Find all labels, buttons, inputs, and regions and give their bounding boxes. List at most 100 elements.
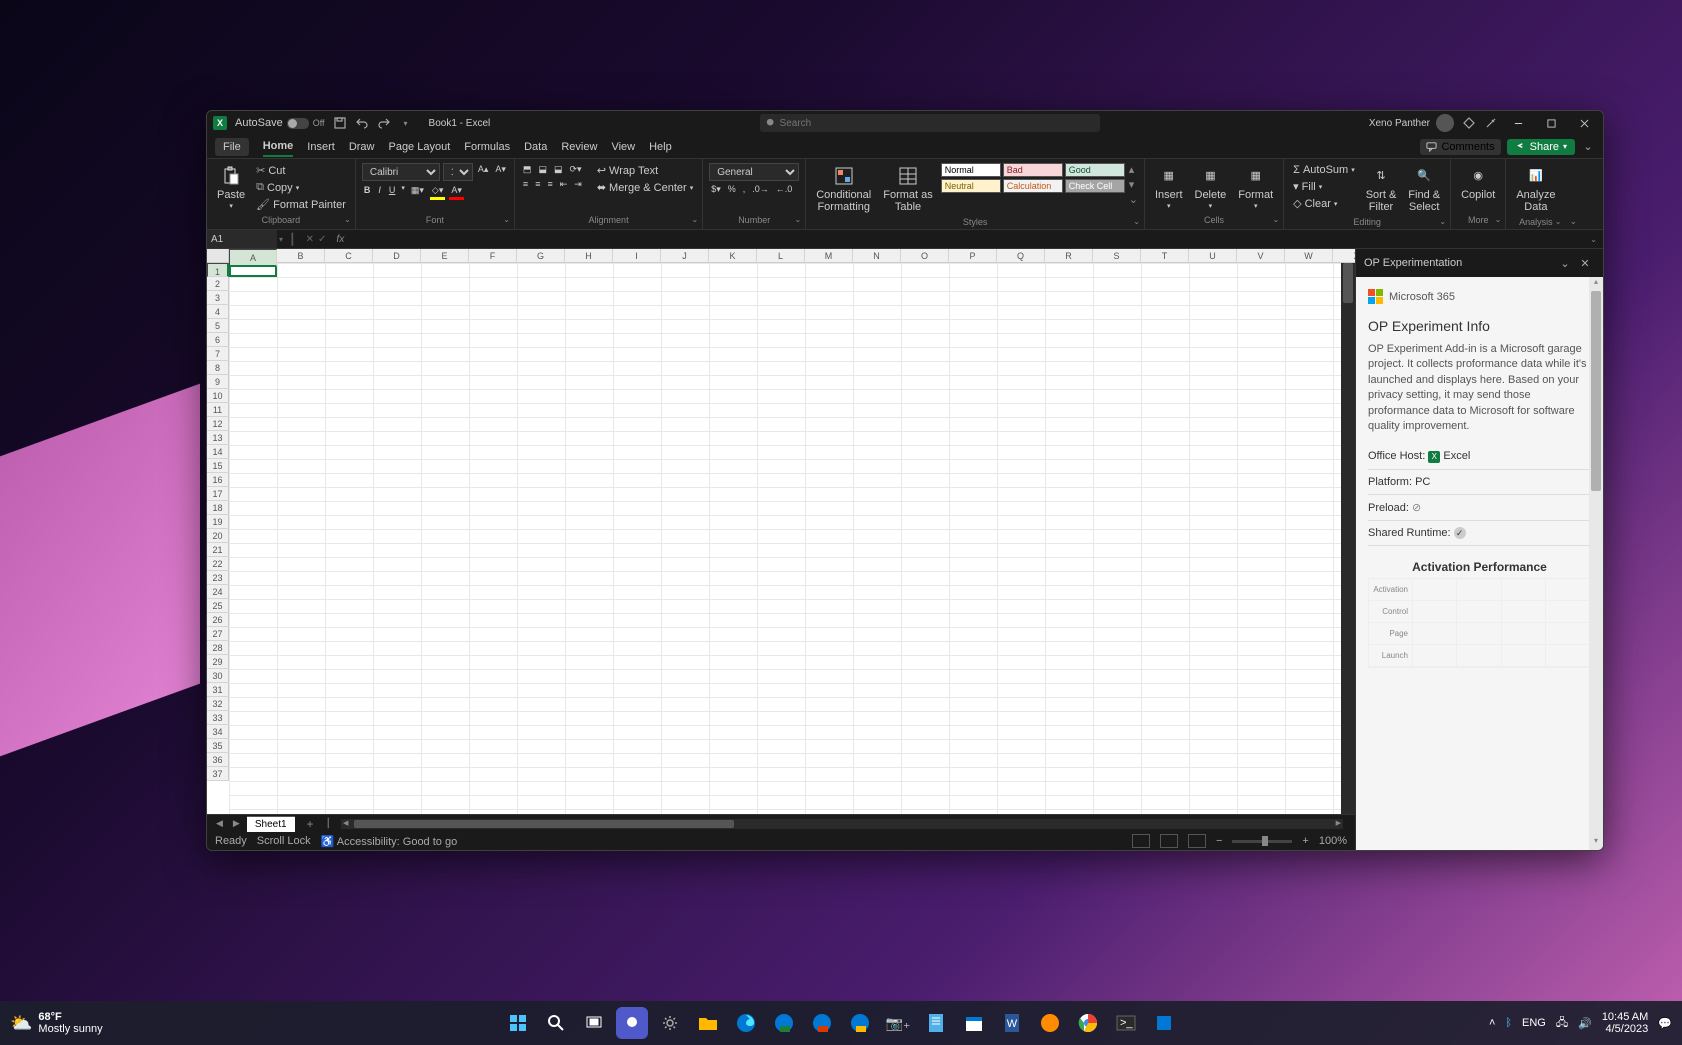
collapse-ribbon-arrow-icon[interactable]: ⌄ <box>1565 214 1581 229</box>
start-button[interactable] <box>502 1007 534 1039</box>
select-all-corner[interactable] <box>207 249 229 263</box>
column-header[interactable]: I <box>613 249 661 263</box>
undo-icon[interactable] <box>355 116 369 130</box>
tab-pagelayout[interactable]: Page Layout <box>388 138 450 156</box>
add-sheet-button[interactable]: + <box>299 817 322 831</box>
chat-icon[interactable] <box>616 1007 648 1039</box>
row-header[interactable]: 9 <box>207 375 229 389</box>
column-header[interactable]: M <box>805 249 853 263</box>
analyze-button[interactable]: 📊Analyze Data <box>1512 163 1559 215</box>
shrink-font-icon[interactable]: A▾ <box>493 163 508 181</box>
fill-button[interactable]: ▾Fill▾ <box>1290 179 1358 194</box>
calendar-icon[interactable] <box>958 1007 990 1039</box>
copilot-button[interactable]: ◉Copilot <box>1457 163 1499 203</box>
notepad-icon[interactable] <box>920 1007 952 1039</box>
sheet[interactable]: ABCDEFGHIJKLMNOPQRSTUVWX 123456789101112… <box>207 249 1355 814</box>
comma-icon[interactable]: , <box>741 183 748 196</box>
border-icon[interactable]: ▦▾ <box>409 184 426 200</box>
column-header[interactable]: V <box>1237 249 1285 263</box>
view-pagebreak-icon[interactable] <box>1188 834 1206 848</box>
network-icon[interactable]: 🖧 <box>1556 1014 1568 1033</box>
dedent-icon[interactable]: ⇤ <box>558 178 570 191</box>
user-info[interactable]: Xeno Panther <box>1369 114 1454 132</box>
bold-button[interactable]: B <box>362 184 373 200</box>
grow-font-icon[interactable]: A▴ <box>476 163 491 181</box>
inc-decimal-icon[interactable]: .0→ <box>750 183 771 196</box>
settings-icon[interactable] <box>654 1007 686 1039</box>
column-header[interactable]: E <box>421 249 469 263</box>
column-header[interactable]: A <box>229 249 277 267</box>
arrow-right-icon[interactable]: ▶ <box>1334 819 1343 829</box>
tab-data[interactable]: Data <box>524 138 547 156</box>
terminal-icon[interactable]: >_ <box>1110 1007 1142 1039</box>
search-box[interactable] <box>760 114 1100 132</box>
font-select[interactable]: Calibri <box>362 163 440 181</box>
camera-icon[interactable]: 📷₊ <box>882 1007 914 1039</box>
row-header[interactable]: 37 <box>207 767 229 781</box>
column-header[interactable]: H <box>565 249 613 263</box>
zoom-in-icon[interactable]: + <box>1302 835 1308 847</box>
row-header[interactable]: 33 <box>207 711 229 725</box>
orientation-icon[interactable]: ⟳▾ <box>567 163 583 176</box>
row-header[interactable]: 8 <box>207 361 229 375</box>
row-header[interactable]: 21 <box>207 543 229 557</box>
row-header[interactable]: 26 <box>207 613 229 627</box>
arrow-up-icon[interactable]: ▴ <box>1129 163 1138 176</box>
row-header[interactable]: 24 <box>207 585 229 599</box>
share-button[interactable]: Share ▾ <box>1507 139 1575 155</box>
percent-icon[interactable]: % <box>726 183 738 196</box>
enter-icon[interactable]: ✓ <box>318 234 326 245</box>
diamond-icon[interactable] <box>1462 116 1476 130</box>
scrollbar-thumb[interactable] <box>1591 291 1601 491</box>
dec-decimal-icon[interactable]: ←.0 <box>774 183 795 196</box>
pane-menu-icon[interactable]: ⌄ <box>1555 257 1575 270</box>
column-header[interactable]: U <box>1189 249 1237 263</box>
style-calculation[interactable]: Calculation <box>1003 179 1063 193</box>
weather-widget[interactable]: 68°F Mostly sunny <box>38 1011 102 1035</box>
align-top-icon[interactable]: ⬒ <box>521 163 534 176</box>
delete-cells-button[interactable]: ▦Delete▾ <box>1191 163 1231 213</box>
row-header[interactable]: 17 <box>207 487 229 501</box>
collapse-ribbon-icon[interactable]: ⌄ <box>1581 140 1595 154</box>
save-icon[interactable] <box>333 116 347 130</box>
row-header[interactable]: 36 <box>207 753 229 767</box>
zoom-value[interactable]: 100% <box>1319 835 1347 847</box>
horizontal-scrollbar[interactable]: ◀ ▶ <box>341 819 1343 829</box>
cells-grid[interactable] <box>229 263 1355 814</box>
column-header[interactable]: P <box>949 249 997 263</box>
column-header[interactable]: X <box>1333 249 1355 263</box>
fx-icon[interactable]: fx <box>332 234 348 245</box>
arrow-down-icon[interactable]: ▾ <box>1589 836 1603 850</box>
name-box[interactable] <box>207 230 277 248</box>
row-header[interactable]: 32 <box>207 697 229 711</box>
tab-help[interactable]: Help <box>649 138 672 156</box>
row-header[interactable]: 28 <box>207 641 229 655</box>
row-header[interactable]: 13 <box>207 431 229 445</box>
column-header[interactable]: G <box>517 249 565 263</box>
cancel-icon[interactable]: ✕ <box>306 234 314 245</box>
column-header[interactable]: F <box>469 249 517 263</box>
lang-indicator[interactable]: ENG <box>1522 1017 1546 1029</box>
eyedropper-icon[interactable] <box>1484 116 1498 130</box>
expand-bar-icon[interactable]: ⌄ <box>1584 235 1603 244</box>
column-header[interactable]: W <box>1285 249 1333 263</box>
row-header[interactable]: 29 <box>207 655 229 669</box>
tab-next-icon[interactable]: ▶ <box>230 818 243 829</box>
column-header[interactable]: O <box>901 249 949 263</box>
notifications-icon[interactable]: 💬 <box>1658 1017 1672 1030</box>
tab-insert[interactable]: Insert <box>307 138 335 156</box>
row-header[interactable]: 15 <box>207 459 229 473</box>
clear-button[interactable]: ◇Clear▾ <box>1290 196 1358 211</box>
indent-icon[interactable]: ⇥ <box>572 178 584 191</box>
redo-icon[interactable] <box>377 116 391 130</box>
sort-filter-button[interactable]: ⇅Sort & Filter <box>1362 163 1401 215</box>
row-header[interactable]: 30 <box>207 669 229 683</box>
row-header[interactable]: 22 <box>207 557 229 571</box>
format-painter-button[interactable]: 🖌Format Painter <box>253 197 349 212</box>
weather-icon[interactable]: ⛅ <box>10 1013 32 1034</box>
tab-file[interactable]: File <box>215 138 249 156</box>
autosum-button[interactable]: ΣAutoSum▾ <box>1290 163 1358 177</box>
row-header[interactable]: 12 <box>207 417 229 431</box>
row-header[interactable]: 20 <box>207 529 229 543</box>
align-bottom-icon[interactable]: ⬓ <box>552 163 565 176</box>
